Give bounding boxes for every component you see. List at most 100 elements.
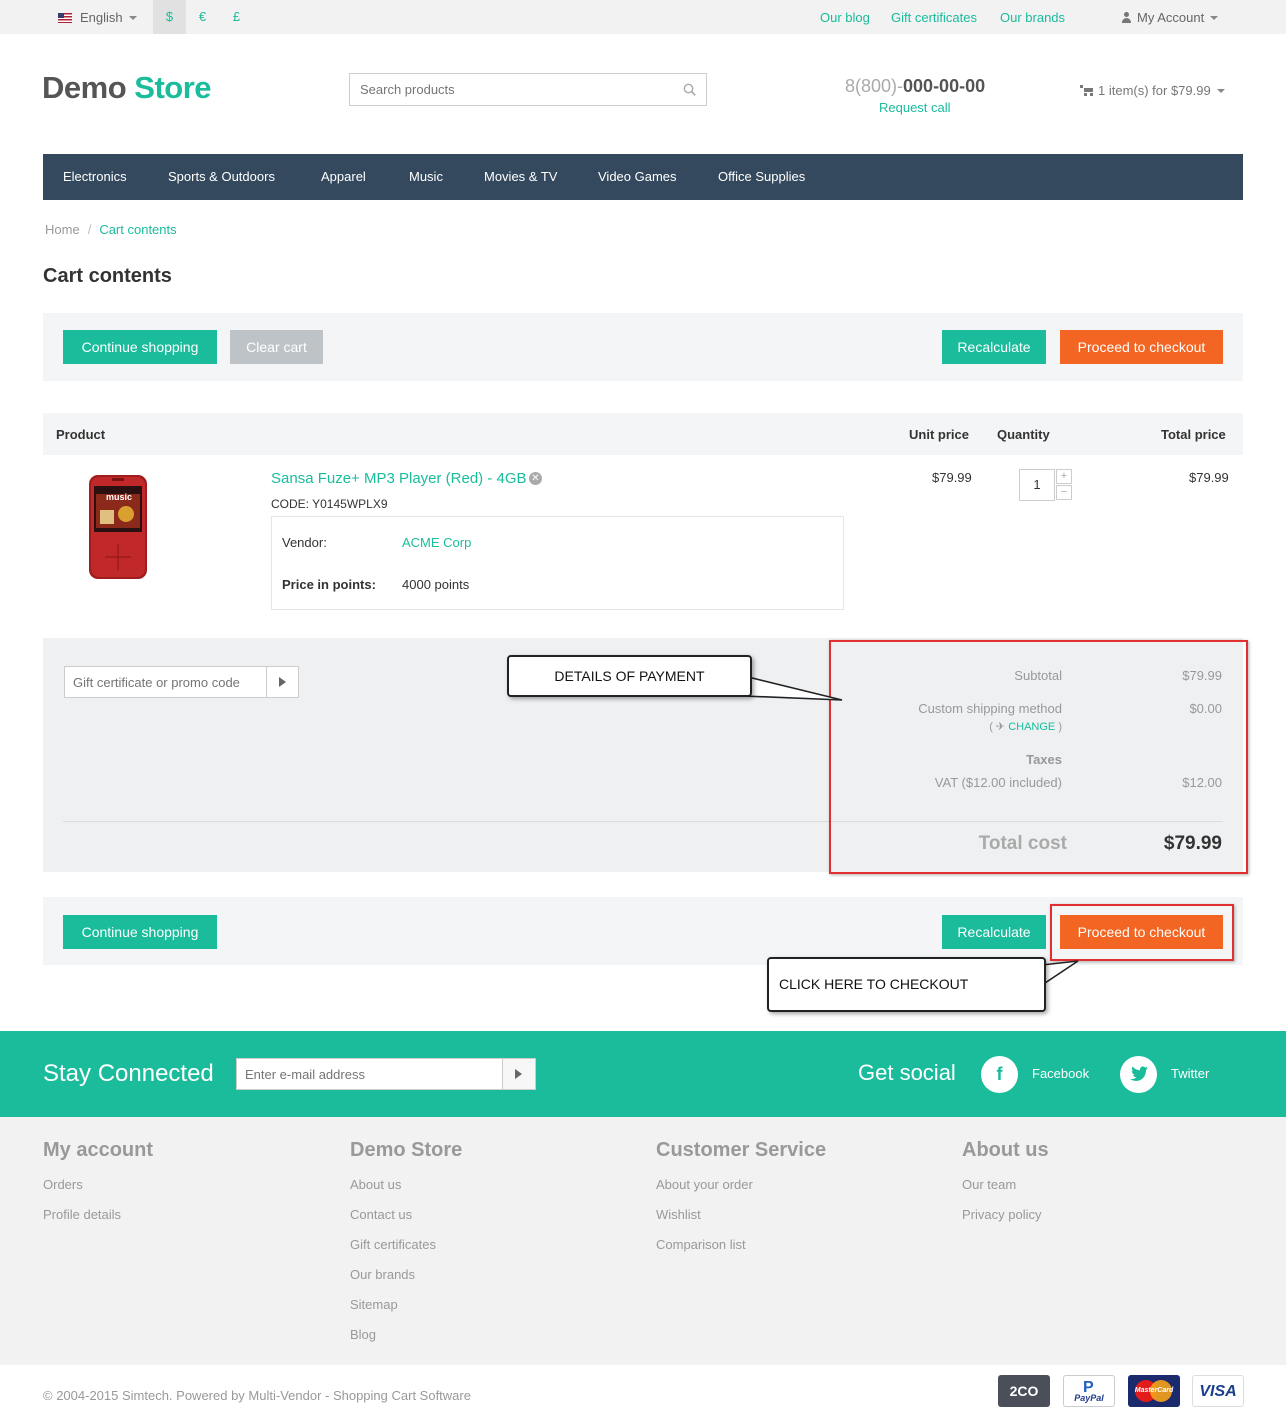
nav-office-supplies[interactable]: Office Supplies	[718, 169, 805, 184]
footer-link-orders[interactable]: Orders	[43, 1177, 83, 1192]
caret-down-icon	[128, 16, 137, 20]
our-brands-link[interactable]: Our brands	[1000, 10, 1065, 25]
language-selector[interactable]: English	[58, 10, 137, 25]
us-flag-icon	[58, 13, 72, 23]
gift-certificates-link[interactable]: Gift certificates	[891, 10, 977, 25]
caret-down-icon	[1216, 89, 1225, 93]
points-value: 4000 points	[402, 577, 470, 592]
currency-usd[interactable]: $	[153, 0, 186, 34]
our-blog-link[interactable]: Our blog	[820, 10, 870, 25]
play-arrow-icon	[515, 1069, 522, 1079]
footer-link-privacy-policy[interactable]: Privacy policy	[962, 1207, 1041, 1222]
product-name-link[interactable]: Sansa Fuze+ MP3 Player (Red) - 4GB	[271, 470, 527, 487]
store-logo[interactable]: Demo Store	[42, 70, 212, 106]
subscribe-bar: Stay Connected Get social f Facebook Twi…	[0, 1031, 1286, 1117]
remove-item-icon[interactable]: ✕	[529, 472, 542, 485]
item-total-price: $79.99	[1189, 470, 1229, 485]
checkout-callout: CLICK HERE TO CHECKOUT	[767, 957, 1046, 1012]
vendor-link[interactable]: ACME Corp	[402, 535, 471, 550]
footer-link-sitemap[interactable]: Sitemap	[350, 1297, 398, 1312]
footer-link-about-your-order[interactable]: About your order	[656, 1177, 753, 1192]
quantity-increase-button[interactable]: +	[1056, 469, 1072, 484]
search-input[interactable]	[350, 74, 670, 105]
nav-sports-outdoors[interactable]: Sports & Outdoors	[168, 169, 275, 184]
quantity-input[interactable]: 1	[1019, 469, 1055, 501]
footer-link-profile-details[interactable]: Profile details	[43, 1207, 121, 1222]
twitter-link[interactable]: Twitter	[1171, 1066, 1209, 1081]
nav-movies-tv[interactable]: Movies & TV	[484, 169, 557, 184]
user-icon	[1121, 12, 1132, 23]
currency-gbp[interactable]: £	[220, 0, 253, 34]
2co-logo: 2CO	[998, 1375, 1050, 1407]
svg-text:music: music	[106, 492, 132, 502]
footer-link-about-us[interactable]: About us	[350, 1177, 401, 1192]
get-social-title: Get social	[858, 1060, 956, 1085]
copyright-text: © 2004-2015 Simtech. Powered by Multi-Ve…	[43, 1388, 471, 1403]
breadcrumb-current: Cart contents	[99, 222, 177, 237]
breadcrumb-home[interactable]: Home	[45, 222, 80, 237]
footer-link-gift-certificates[interactable]: Gift certificates	[350, 1237, 436, 1252]
caret-down-icon	[1210, 16, 1219, 20]
facebook-link[interactable]: Facebook	[1032, 1066, 1089, 1081]
header-unit-price: Unit price	[909, 427, 969, 442]
recalculate-button-bottom[interactable]: Recalculate	[942, 915, 1046, 949]
main-nav: Electronics Sports & Outdoors Apparel Mu…	[43, 154, 1243, 200]
apply-promo-button[interactable]	[266, 667, 298, 697]
unit-price: $79.99	[932, 470, 972, 485]
stay-connected-title: Stay Connected	[43, 1060, 214, 1087]
footer-link-wishlist[interactable]: Wishlist	[656, 1207, 701, 1222]
cart-icon	[1080, 85, 1093, 96]
newsletter-submit-button[interactable]	[502, 1059, 535, 1089]
footer-link-comparison-list[interactable]: Comparison list	[656, 1237, 746, 1252]
cart-table-header: Product Unit price Quantity Total price	[43, 413, 1243, 455]
nav-video-games[interactable]: Video Games	[598, 169, 677, 184]
footer: My account Orders Profile details Demo S…	[0, 1117, 1286, 1365]
proceed-to-checkout-button[interactable]: Proceed to checkout	[1060, 330, 1223, 364]
header-total-price: Total price	[1161, 427, 1226, 442]
quantity-decrease-button[interactable]: −	[1056, 485, 1072, 500]
callout-pointer-payment	[740, 674, 843, 701]
cart-dropdown[interactable]: 1 item(s) for $79.99	[1080, 83, 1225, 98]
newsletter-email-input[interactable]	[237, 1059, 497, 1089]
nav-apparel[interactable]: Apparel	[321, 169, 366, 184]
product-code: CODE: Y0145WPLX9	[271, 497, 388, 511]
nav-music[interactable]: Music	[409, 169, 443, 184]
product-image[interactable]: music	[88, 474, 148, 580]
continue-shopping-button-bottom[interactable]: Continue shopping	[63, 915, 217, 949]
breadcrumb: Home / Cart contents	[45, 222, 177, 237]
twitter-icon[interactable]	[1120, 1056, 1157, 1093]
footer-demo-store-title: Demo Store	[350, 1139, 463, 1161]
request-call-link[interactable]: Request call	[879, 100, 951, 115]
page-title: Cart contents	[43, 265, 172, 287]
promo-code-box	[64, 666, 299, 698]
footer-about-us-title: About us	[962, 1139, 1049, 1161]
footer-link-our-brands[interactable]: Our brands	[350, 1267, 415, 1282]
footer-link-blog[interactable]: Blog	[350, 1327, 376, 1342]
vendor-label: Vendor:	[282, 535, 327, 550]
search-box	[349, 73, 707, 106]
top-bar: English $ € £ Our blog Gift certificates…	[0, 0, 1286, 34]
points-label: Price in points:	[282, 577, 376, 592]
clear-cart-button[interactable]: Clear cart	[230, 330, 323, 364]
my-account-dropdown[interactable]: My Account	[1121, 10, 1219, 25]
newsletter-box	[236, 1058, 536, 1090]
header-product: Product	[56, 427, 106, 442]
play-arrow-icon	[279, 677, 286, 687]
promo-code-input[interactable]	[65, 667, 265, 697]
visa-logo: VISA	[1192, 1375, 1244, 1407]
header-quantity: Quantity	[997, 427, 1050, 442]
footer-link-our-team[interactable]: Our team	[962, 1177, 1016, 1192]
paypal-logo: P PayPal	[1063, 1375, 1115, 1407]
facebook-icon[interactable]: f	[981, 1056, 1018, 1093]
recalculate-button[interactable]: Recalculate	[942, 330, 1046, 364]
continue-shopping-button[interactable]: Continue shopping	[63, 330, 217, 364]
payment-details-highlight	[829, 640, 1248, 874]
footer-link-contact-us[interactable]: Contact us	[350, 1207, 412, 1222]
footer-my-account-title: My account	[43, 1139, 154, 1161]
nav-electronics[interactable]: Electronics	[63, 169, 127, 184]
product-details-box: Vendor: ACME Corp Price in points: 4000 …	[271, 516, 844, 610]
mastercard-logo: MasterCard	[1128, 1375, 1180, 1407]
phone-number: 8(800)-000-00-00	[845, 76, 986, 96]
currency-eur[interactable]: €	[186, 0, 219, 34]
search-icon[interactable]	[683, 83, 696, 96]
